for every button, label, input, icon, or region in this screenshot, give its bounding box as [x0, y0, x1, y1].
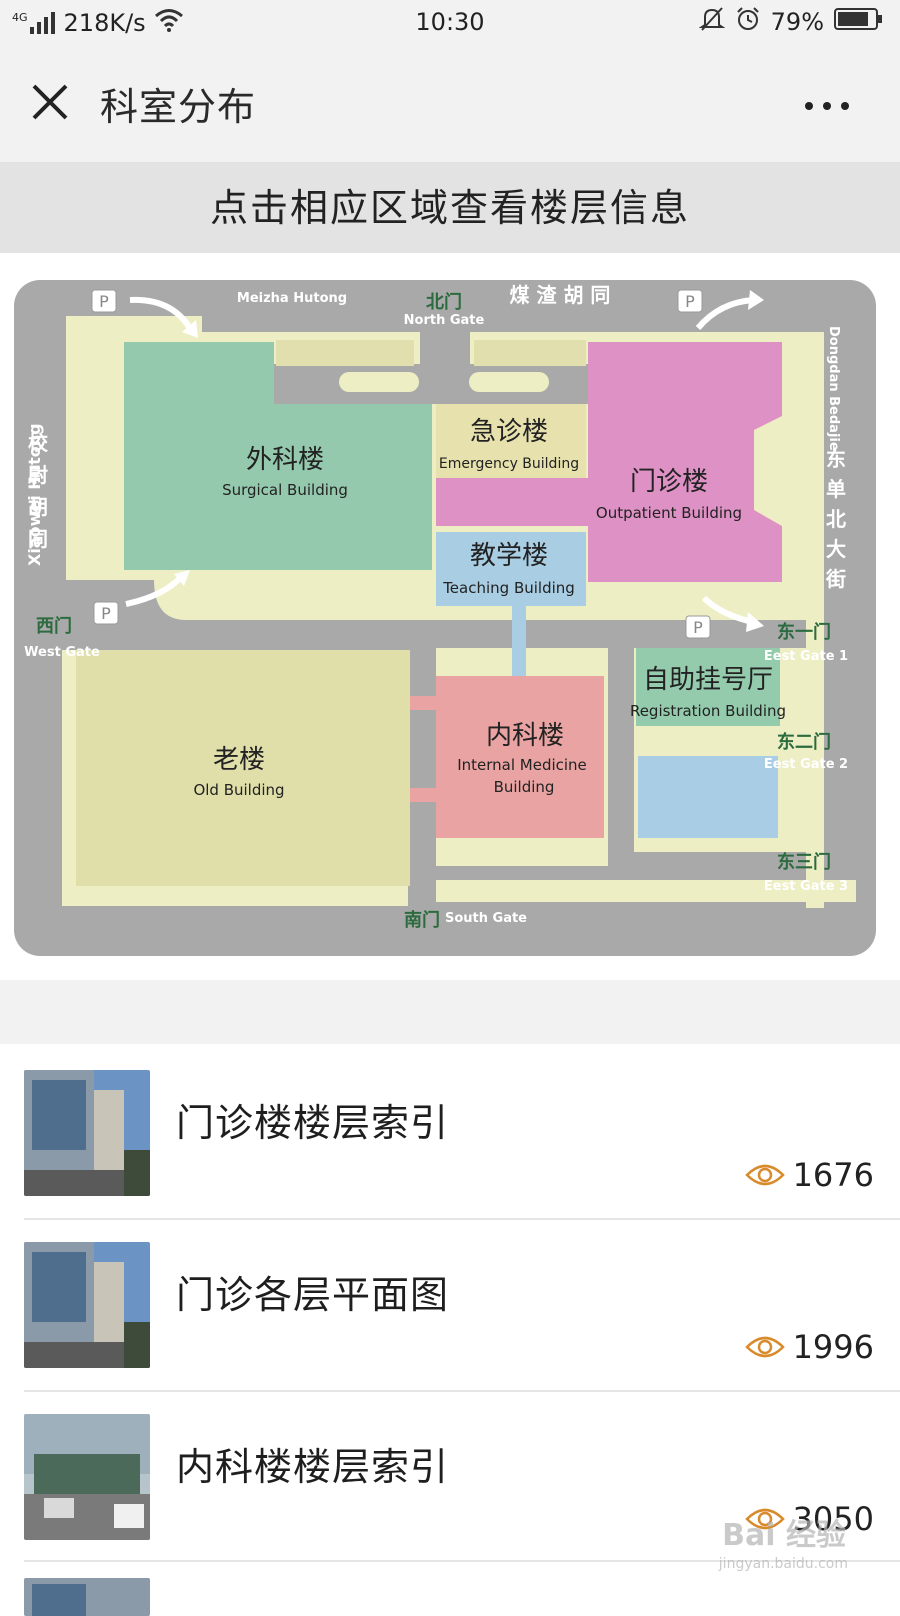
- view-count: 1996: [744, 1328, 874, 1366]
- gate-north-cn: 北门: [426, 291, 462, 313]
- gate-east1-cn: 东一门: [777, 621, 831, 643]
- parking-icon: P: [91, 289, 117, 313]
- street-east-en: Dongdan Bedajie: [826, 326, 841, 451]
- svg-text:P: P: [101, 604, 111, 623]
- north-inner-road: [272, 364, 598, 404]
- internal-label-en1: Internal Medicine: [457, 756, 587, 774]
- gate-east2-en: Eest Gate 2: [764, 757, 848, 772]
- street-west-char: 胡: [28, 495, 48, 519]
- gate-south-en: South Gate: [445, 911, 527, 926]
- surgical-label-cn: 外科楼: [246, 445, 324, 475]
- thumbnail-image: [24, 1070, 150, 1196]
- outpatient-label-cn: 门诊楼: [630, 467, 708, 497]
- street-west-char: 同: [28, 527, 48, 551]
- watermark-logo: Bai 经验: [722, 1518, 846, 1553]
- nav-bar: 科室分布: [0, 44, 900, 163]
- list-item[interactable]: 门诊各层平面图 1996: [0, 1220, 900, 1390]
- street-east-char: 单: [826, 477, 846, 501]
- view-count-value: 1676: [792, 1156, 874, 1194]
- map-hint: 点击相应区域查看楼层信息: [0, 163, 900, 253]
- parking-icon: P: [677, 289, 703, 313]
- internal-label-en2: Building: [494, 778, 555, 796]
- parking-icon: P: [93, 601, 119, 625]
- gate-north-en: North Gate: [404, 313, 485, 328]
- gate-south-cn: 南门: [404, 909, 440, 931]
- teaching-link: [512, 606, 526, 676]
- gate-east3-en: Eest Gate 3: [764, 879, 848, 894]
- list-item-title: 内科楼楼层索引: [176, 1445, 450, 1489]
- close-icon: [32, 84, 68, 120]
- north-block-left: [276, 340, 414, 366]
- thumbnail-image: [24, 1578, 150, 1616]
- svg-text:P: P: [693, 618, 703, 637]
- more-button[interactable]: [802, 98, 852, 112]
- mute-bell-icon: [698, 6, 725, 38]
- list-item-title: 门诊楼楼层索引: [176, 1101, 450, 1145]
- old-label-cn: 老楼: [213, 745, 265, 775]
- surgical-label-en: Surgical Building: [222, 481, 348, 499]
- gate-east3-cn: 东三门: [777, 851, 831, 873]
- hospital-map: P P P P Meizha Hutong 煤 渣 胡 同 Dongdan Be…: [14, 280, 876, 956]
- north-island-left: [339, 372, 419, 392]
- section-gap: [0, 980, 900, 1044]
- old-label-en: Old Building: [193, 781, 284, 799]
- registration-label-en: Registration Building: [630, 702, 786, 720]
- list-item[interactable]: 门诊楼楼层索引 1676: [0, 1048, 900, 1218]
- street-west-char: 尉: [28, 463, 48, 487]
- north-block-right: [474, 340, 586, 366]
- view-count: 1676: [744, 1156, 874, 1194]
- emergency-label-en: Emergency Building: [439, 456, 579, 472]
- teaching-label-cn: 教学楼: [470, 541, 548, 571]
- close-button[interactable]: [26, 78, 74, 126]
- more-icon: [805, 102, 849, 110]
- street-east-char: 北: [826, 507, 846, 531]
- internal-link-bottom: [410, 788, 438, 802]
- emergency-label-cn: 急诊楼: [470, 417, 548, 447]
- status-bar: 4G 218K/s 10:30 79%: [0, 0, 900, 44]
- southeast-block[interactable]: [638, 756, 778, 838]
- page-title: 科室分布: [100, 85, 257, 129]
- eye-icon: [744, 1336, 785, 1358]
- street-north-en: Meizha Hutong: [237, 291, 347, 306]
- parking-icon: P: [685, 615, 711, 639]
- watermark-url: jingyan.baidu.com: [718, 1556, 848, 1572]
- internal-link-top: [410, 696, 438, 710]
- gate-west-en: West Gate: [24, 645, 100, 660]
- view-count-value: 1996: [792, 1328, 874, 1366]
- teaching-label-en: Teaching Building: [442, 579, 575, 597]
- battery-percent: 79%: [770, 8, 824, 36]
- street-east-char: 东: [826, 447, 846, 471]
- street-east-cn: 东 单 北 大 街: [825, 447, 846, 591]
- list-item-title: 门诊各层平面图: [176, 1273, 450, 1317]
- gate-west-cn: 西门: [36, 615, 72, 637]
- gate-east1-en: Eest Gate 1: [764, 649, 848, 664]
- internal-label-cn: 内科楼: [486, 721, 564, 751]
- gate-east2-cn: 东二门: [777, 731, 831, 753]
- street-east-char: 大: [826, 537, 846, 561]
- eye-icon: [744, 1164, 785, 1186]
- outpatient-label-en: Outpatient Building: [596, 504, 742, 522]
- street-east-char: 街: [825, 567, 846, 591]
- north-island-right: [469, 372, 549, 392]
- street-west-char: 校: [28, 431, 49, 455]
- battery-icon: [834, 7, 884, 37]
- registration-label-cn: 自助挂号厅: [643, 665, 773, 695]
- alarm-icon: [735, 6, 761, 38]
- svg-text:P: P: [685, 292, 695, 311]
- svg-text:P: P: [99, 292, 109, 311]
- thumbnail-image: [24, 1414, 150, 1540]
- thumbnail-image: [24, 1242, 150, 1368]
- street-north-cn: 煤 渣 胡 同: [510, 283, 611, 307]
- status-right: 79%: [698, 6, 884, 38]
